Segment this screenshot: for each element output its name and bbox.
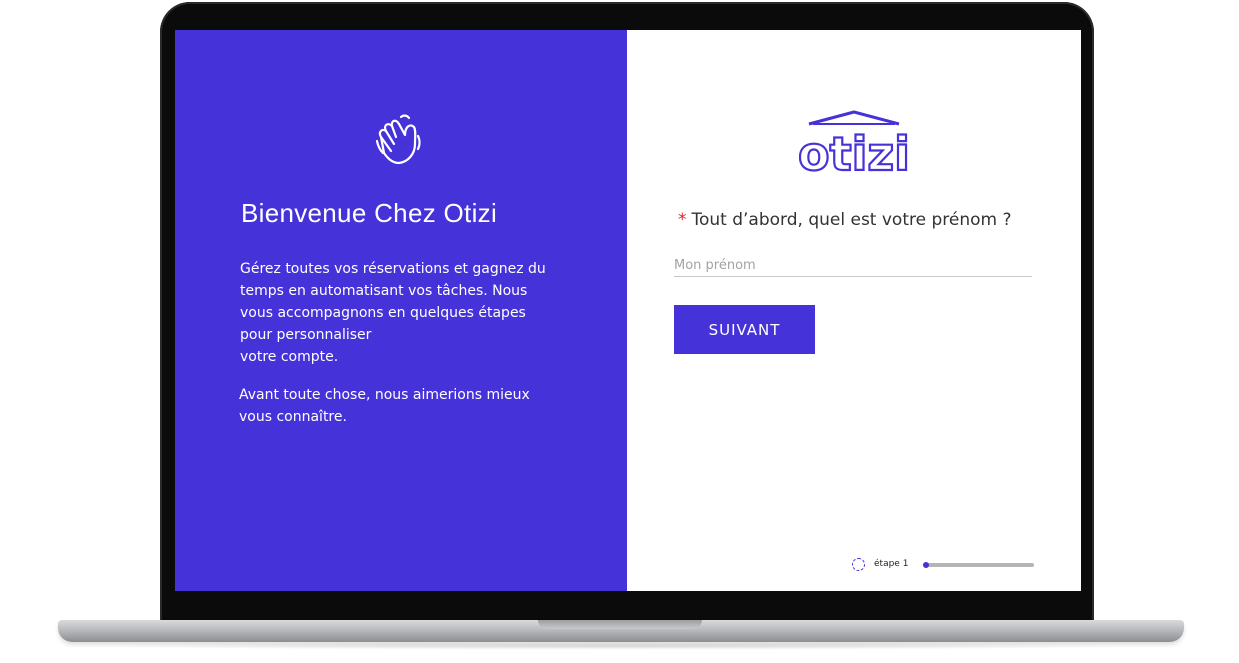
laptop-shadow [90,642,1150,650]
form-panel: otizi * Tout d’abord, quel est votre prén… [627,30,1081,591]
laptop-screen: Bienvenue Chez Otizi Gérez toutes vos ré… [175,30,1081,591]
progress-fill [923,562,929,568]
first-name-input[interactable] [674,254,1032,277]
description-line: vous accompagnons en quelques étapes [240,305,526,321]
question-text: Tout d’abord, quel est votre prénom ? [691,210,1012,230]
description-line: votre compte. [240,349,339,365]
welcome-title: Bienvenue Chez Otizi [241,198,498,228]
otizi-logo: otizi [799,110,909,178]
required-marker: * [678,210,687,230]
welcome-description: Gérez toutes vos réservations et gagnez … [240,258,580,368]
logo-text: otizi [799,127,909,178]
step-label: étape 1 [874,559,909,569]
intro-line: Avant toute chose, nous aimerions mieux [239,387,530,403]
laptop-notch [538,620,702,629]
description-line: temps en automatisant vos tâches. Nous [240,283,528,299]
welcome-panel: Bienvenue Chez Otizi Gérez toutes vos ré… [175,30,627,591]
intro-line: vous connaître. [239,409,347,425]
step-circle-icon [852,558,865,571]
description-line: pour personnaliser [240,327,372,343]
first-name-question: * Tout d’abord, quel est votre prénom ? [678,210,1012,230]
progress-track [923,562,1034,568]
welcome-intro: Avant toute chose, nous aimerions mieux … [239,384,579,428]
next-button[interactable]: SUIVANT [674,305,815,354]
step-indicator: étape 1 [852,558,1052,574]
description-line: Gérez toutes vos réservations et gagnez … [240,261,546,277]
waving-hand-icon [375,114,421,165]
